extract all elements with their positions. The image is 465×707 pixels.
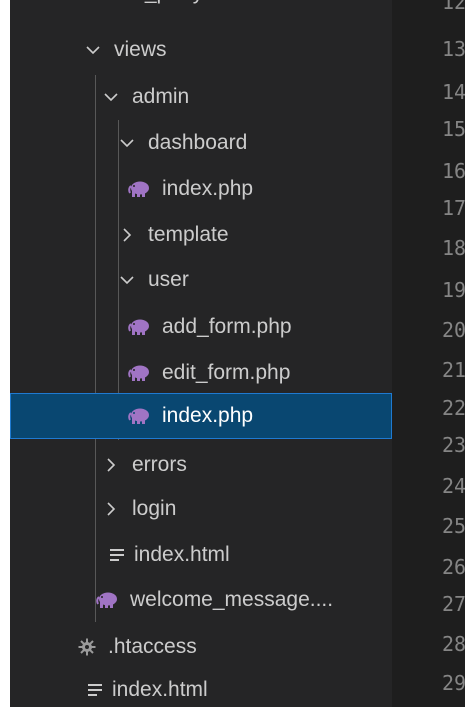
line-number: 26 <box>442 555 465 579</box>
folder-label: user <box>148 268 189 291</box>
folder-label: login <box>132 497 177 520</box>
file-label: index.php <box>162 404 254 427</box>
line-number: 17 <box>442 196 465 220</box>
tree-row-edit-form-php[interactable]: edit_form.php <box>10 350 392 396</box>
line-number: 15 <box>442 117 465 141</box>
line-number: 20 <box>442 318 465 342</box>
line-number: 22 <box>442 396 465 420</box>
left-margin <box>0 0 10 707</box>
file-explorer[interactable]: third_party views admin dashboard <box>10 0 392 707</box>
chevron-right-icon <box>100 498 122 520</box>
php-elephant-icon <box>126 405 152 427</box>
tree-row-third-party[interactable]: third_party <box>10 0 392 16</box>
file-label: index.html <box>134 543 230 566</box>
line-number: 12 <box>442 0 465 14</box>
tree-row-user[interactable]: user <box>10 257 392 303</box>
tree-row-views-index-html[interactable]: index.html <box>10 532 392 578</box>
file-label: edit_form.php <box>162 361 291 384</box>
chevron-down-icon <box>116 132 138 154</box>
vscode-window: third_party views admin dashboard <box>0 0 465 707</box>
chevron-right-icon <box>72 0 94 4</box>
line-number: 13 <box>442 37 465 61</box>
chevron-right-icon <box>116 224 138 246</box>
editor-gutter: 12 13 14 15 16 17 18 19 20 21 22 23 24 2… <box>392 0 465 707</box>
tree-row-add-form-php[interactable]: add_form.php <box>10 304 392 350</box>
chevron-down-icon <box>116 269 138 291</box>
gear-icon <box>78 636 96 658</box>
php-elephant-icon <box>126 316 152 338</box>
chevron-down-icon <box>100 86 122 108</box>
tree-row-dashboard[interactable]: dashboard <box>10 120 392 166</box>
folder-label: views <box>114 38 167 61</box>
tree-row-welcome-message[interactable]: welcome_message.... <box>10 577 392 623</box>
php-elephant-icon <box>126 178 152 200</box>
tree-row-htaccess[interactable]: .htaccess <box>10 624 392 670</box>
lines-icon <box>108 544 126 566</box>
file-label: index.php <box>162 177 254 200</box>
php-elephant-icon <box>94 589 120 611</box>
folder-label: template <box>148 223 229 246</box>
line-number: 19 <box>442 278 465 302</box>
line-number: 14 <box>442 80 465 104</box>
file-label: .htaccess <box>108 635 197 658</box>
folder-label: admin <box>132 85 190 108</box>
file-label: add_form.php <box>162 315 292 338</box>
tree-row-login[interactable]: login <box>10 486 392 532</box>
line-number: 29 <box>442 671 465 695</box>
tree-row-admin[interactable]: admin <box>10 74 392 120</box>
chevron-down-icon <box>82 39 104 61</box>
folder-label: third_party <box>104 0 203 5</box>
line-number: 18 <box>442 236 465 260</box>
tree-row-errors[interactable]: errors <box>10 442 392 488</box>
tree-row-dashboard-index-php[interactable]: index.php <box>10 166 392 212</box>
line-number: 25 <box>442 514 465 538</box>
file-label: welcome_message.... <box>130 588 334 611</box>
file-label: index.html <box>112 678 208 701</box>
tree-row-template[interactable]: template <box>10 212 392 258</box>
folder-label: errors <box>132 453 187 476</box>
line-number: 16 <box>442 159 465 183</box>
tree-row-user-index-php[interactable]: index.php <box>10 393 392 439</box>
tree-row-root-index-html[interactable]: index.html <box>10 667 392 707</box>
line-number: 28 <box>442 632 465 656</box>
tree-row-views[interactable]: views <box>10 27 392 73</box>
line-number: 24 <box>442 474 465 498</box>
line-number: 27 <box>442 592 465 616</box>
chevron-right-icon <box>100 454 122 476</box>
line-number: 21 <box>442 358 465 382</box>
php-elephant-icon <box>126 362 152 384</box>
lines-icon <box>86 679 104 701</box>
line-number: 23 <box>442 433 465 457</box>
folder-label: dashboard <box>148 131 248 154</box>
